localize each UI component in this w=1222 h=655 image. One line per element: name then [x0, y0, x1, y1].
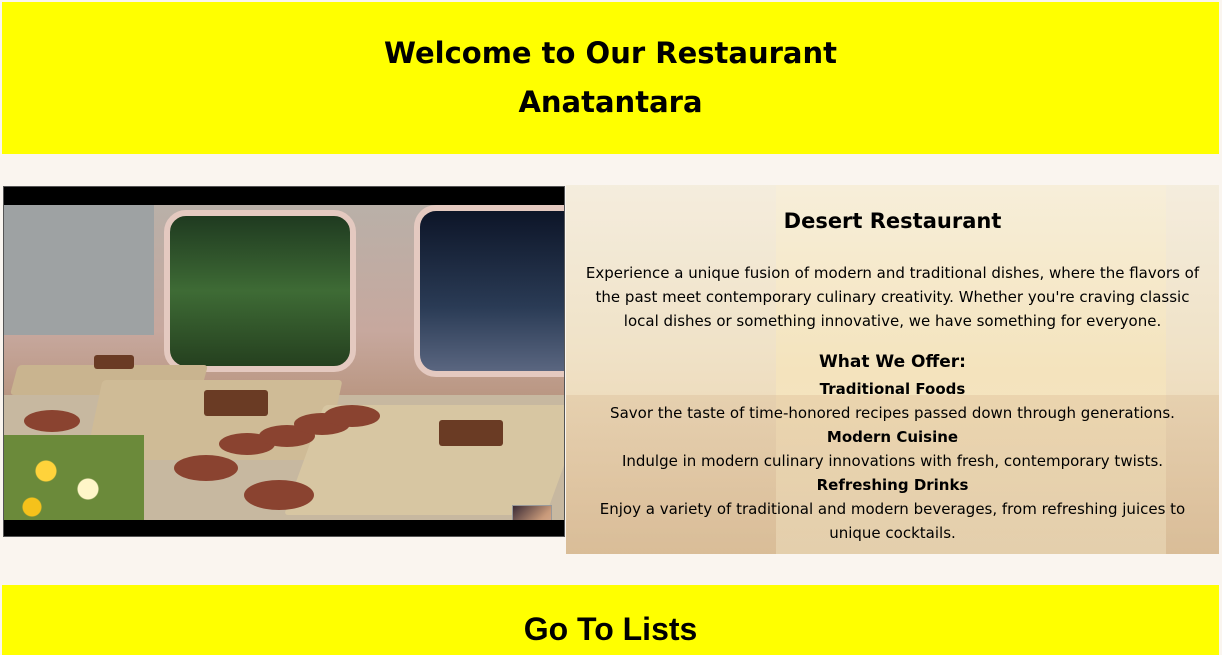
- info-title: Desert Restaurant: [783, 209, 1002, 233]
- restaurant-name: Anatantara: [518, 85, 703, 119]
- train-window-night: [414, 205, 564, 377]
- offer-title-traditional: Traditional Foods: [819, 380, 966, 398]
- offer-title-modern: Modern Cuisine: [826, 428, 959, 446]
- info-description: Experience a unique fusion of modern and…: [585, 264, 1200, 330]
- restaurant-video[interactable]: [3, 186, 565, 537]
- welcome-title: Welcome to Our Restaurant: [384, 36, 837, 70]
- channel-avatar[interactable]: [512, 505, 552, 520]
- offer-text-modern: Indulge in modern culinary innovations w…: [621, 452, 1164, 470]
- flower-bed: [4, 435, 144, 520]
- go-to-lists-link[interactable]: Go To Lists: [2, 611, 1219, 647]
- offer-text-drinks: Enjoy a variety of traditional and moder…: [599, 500, 1186, 542]
- site-header: Welcome to Our Restaurant Anatantara: [2, 2, 1219, 154]
- site-footer: Go To Lists: [2, 585, 1219, 655]
- offer-heading: What We Offer:: [819, 352, 966, 372]
- info-panel: Desert Restaurant Experience a unique fu…: [566, 185, 1219, 554]
- train-window: [164, 210, 356, 372]
- offer-text-traditional: Savor the taste of time-honored recipes …: [610, 404, 1175, 422]
- offer-title-drinks: Refreshing Drinks: [816, 476, 969, 494]
- video-frame: [4, 205, 564, 520]
